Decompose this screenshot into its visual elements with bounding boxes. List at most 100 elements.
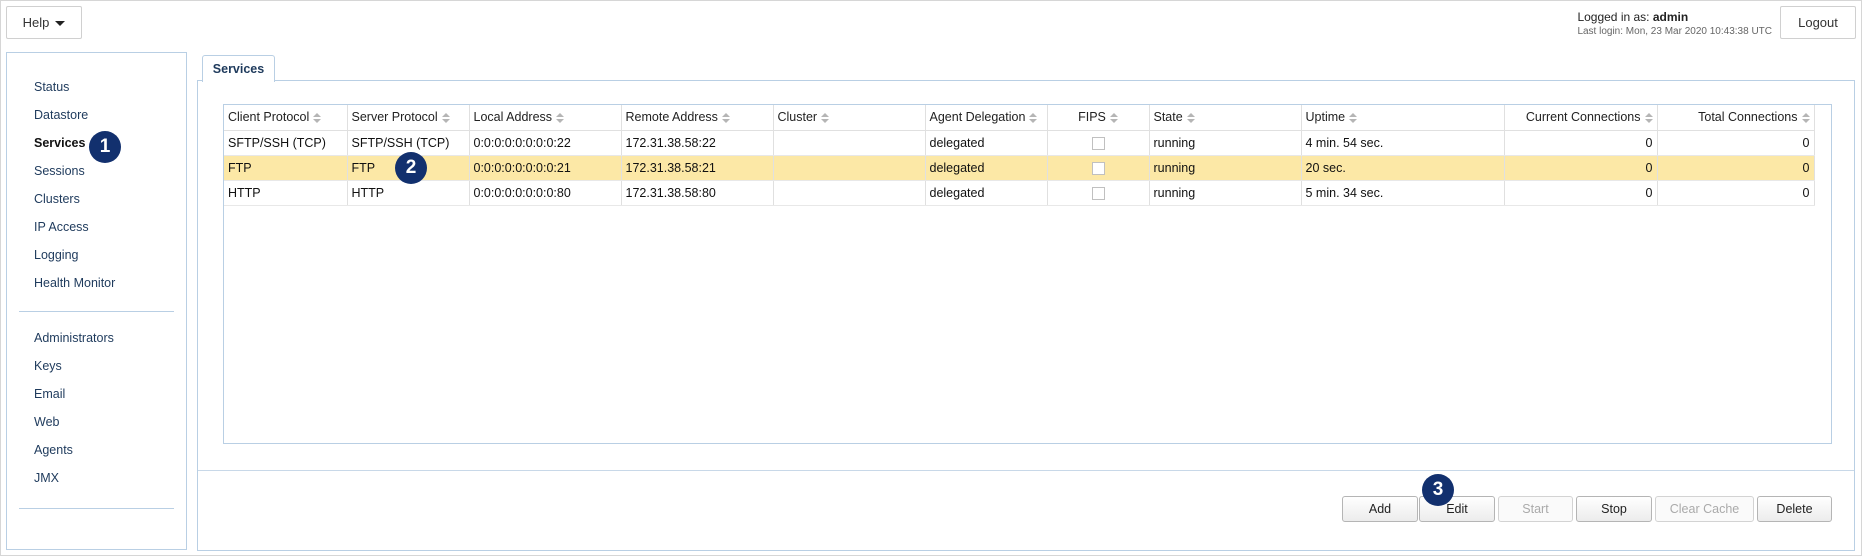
- cell-client-protocol: FTP: [224, 155, 348, 181]
- logged-in-prefix: Logged in as:: [1577, 10, 1650, 24]
- sort-icon: [556, 112, 565, 123]
- sidebar-item-web[interactable]: Web: [7, 408, 186, 436]
- sidebar-divider-bottom: [19, 508, 174, 509]
- cell-cluster: [773, 180, 926, 206]
- col-cluster[interactable]: Cluster: [773, 105, 926, 131]
- add-button[interactable]: Add: [1342, 496, 1418, 522]
- col-local-address[interactable]: Local Address: [469, 105, 622, 131]
- callout-badge-3: 3: [1422, 474, 1454, 506]
- button-bar-divider: [198, 470, 1854, 471]
- callout-badge-2: 2: [395, 152, 427, 184]
- col-label: FIPS: [1078, 110, 1106, 125]
- cell-remote-address: 172.31.38.58:22: [621, 130, 774, 156]
- sidebar-item-jmx[interactable]: JMX: [7, 464, 186, 492]
- sidebar-divider: [19, 311, 174, 312]
- cell-total-connections: 0: [1657, 180, 1815, 206]
- sort-icon: [1801, 112, 1810, 123]
- tab-services[interactable]: Services: [202, 55, 275, 84]
- col-label: Remote Address: [625, 110, 718, 125]
- sidebar-item-ip-access[interactable]: IP Access: [7, 213, 186, 241]
- sidebar-item-administrators[interactable]: Administrators: [7, 324, 186, 352]
- sidebar-item-agents[interactable]: Agents: [7, 436, 186, 464]
- sidebar-item-sessions[interactable]: Sessions: [7, 157, 186, 185]
- cell-local-address: 0:0:0:0:0:0:0:0:22: [469, 130, 622, 156]
- sort-icon: [313, 112, 322, 123]
- stop-button[interactable]: Stop: [1576, 496, 1652, 522]
- caret-down-icon: [55, 20, 66, 26]
- cell-fips: [1047, 130, 1150, 156]
- cell-total-connections: 0: [1657, 155, 1815, 181]
- col-client-protocol[interactable]: Client Protocol: [224, 105, 348, 131]
- last-login: Last login: Mon, 23 Mar 2020 10:43:38 UT…: [1577, 26, 1772, 37]
- login-info: Logged in as: admin Last login: Mon, 23 …: [1577, 10, 1772, 37]
- col-fips[interactable]: FIPS: [1047, 105, 1150, 131]
- cell-total-connections: 0: [1657, 130, 1815, 156]
- services-table: Client Protocol Server Protocol Local Ad…: [223, 104, 1832, 444]
- start-button[interactable]: Start: [1498, 496, 1573, 522]
- col-label: State: [1153, 110, 1183, 125]
- table-row[interactable]: HTTP HTTP 0:0:0:0:0:0:0:0:80 172.31.38.5…: [224, 180, 1815, 206]
- cell-local-address: 0:0:0:0:0:0:0:0:80: [469, 180, 622, 206]
- col-current-connections[interactable]: Current Connections: [1504, 105, 1658, 131]
- sidebar-item-health-monitor[interactable]: Health Monitor: [7, 269, 186, 297]
- col-total-connections[interactable]: Total Connections: [1657, 105, 1815, 131]
- col-label: Agent Delegation: [929, 110, 1026, 125]
- cell-current-connections: 0: [1504, 180, 1658, 206]
- sort-icon: [1029, 112, 1038, 123]
- cell-client-protocol: HTTP: [224, 180, 348, 206]
- sort-icon: [1349, 112, 1358, 123]
- cell-uptime: 5 min. 34 sec.: [1301, 180, 1505, 206]
- col-label: Cluster: [777, 110, 818, 125]
- cell-remote-address: 172.31.38.58:21: [621, 155, 774, 181]
- col-label: Uptime: [1305, 110, 1346, 125]
- sidebar-group-main: Status Datastore Services Sessions Clust…: [7, 53, 186, 297]
- fips-checkbox: [1091, 136, 1105, 150]
- cell-state: running: [1149, 155, 1302, 181]
- sidebar: Status Datastore Services Sessions Clust…: [6, 52, 187, 550]
- cell-cluster: [773, 155, 926, 181]
- fips-checkbox: [1091, 186, 1105, 200]
- col-uptime[interactable]: Uptime: [1301, 105, 1505, 131]
- cell-state: running: [1149, 130, 1302, 156]
- logged-in-user: admin: [1652, 10, 1689, 24]
- sort-icon: [441, 112, 450, 123]
- sidebar-item-datastore[interactable]: Datastore: [7, 101, 186, 129]
- clear-cache-button[interactable]: Clear Cache: [1655, 496, 1754, 522]
- sidebar-item-logging[interactable]: Logging: [7, 241, 186, 269]
- sort-icon: [1644, 112, 1653, 123]
- help-label: Help: [22, 15, 50, 30]
- sidebar-item-email[interactable]: Email: [7, 380, 186, 408]
- sort-icon: [721, 112, 730, 123]
- delete-button[interactable]: Delete: [1757, 496, 1832, 522]
- cell-fips: [1047, 180, 1150, 206]
- sidebar-item-clusters[interactable]: Clusters: [7, 185, 186, 213]
- sort-icon: [1186, 112, 1195, 123]
- cell-uptime: 20 sec.: [1301, 155, 1505, 181]
- table-row[interactable]: SFTP/SSH (TCP) SFTP/SSH (TCP) 0:0:0:0:0:…: [224, 130, 1815, 156]
- callout-badge-1: 1: [89, 131, 121, 163]
- cell-uptime: 4 min. 54 sec.: [1301, 130, 1505, 156]
- col-server-protocol[interactable]: Server Protocol: [347, 105, 470, 131]
- sidebar-item-keys[interactable]: Keys: [7, 352, 186, 380]
- cell-fips: [1047, 155, 1150, 181]
- sort-icon: [1109, 112, 1118, 123]
- cell-cluster: [773, 130, 926, 156]
- cell-state: running: [1149, 180, 1302, 206]
- cell-client-protocol: SFTP/SSH (TCP): [224, 130, 348, 156]
- sidebar-item-status[interactable]: Status: [7, 73, 186, 101]
- col-agent-delegation[interactable]: Agent Delegation: [925, 105, 1048, 131]
- col-label: Current Connections: [1525, 110, 1641, 125]
- sidebar-group-admin: Administrators Keys Email Web Agents JMX: [7, 324, 186, 492]
- cell-agent-delegation: delegated: [925, 155, 1048, 181]
- fips-checkbox: [1091, 161, 1105, 175]
- cell-agent-delegation: delegated: [925, 130, 1048, 156]
- col-label: Client Protocol: [228, 110, 310, 125]
- cell-current-connections: 0: [1504, 130, 1658, 156]
- help-menu-button[interactable]: Help: [6, 6, 82, 39]
- logout-button[interactable]: Logout: [1780, 6, 1856, 39]
- table-header-row: Client Protocol Server Protocol Local Ad…: [224, 105, 1815, 131]
- cell-agent-delegation: delegated: [925, 180, 1048, 206]
- col-remote-address[interactable]: Remote Address: [621, 105, 774, 131]
- col-state[interactable]: State: [1149, 105, 1302, 131]
- table-row-selected[interactable]: FTP FTP 0:0:0:0:0:0:0:0:21 172.31.38.58:…: [224, 155, 1815, 181]
